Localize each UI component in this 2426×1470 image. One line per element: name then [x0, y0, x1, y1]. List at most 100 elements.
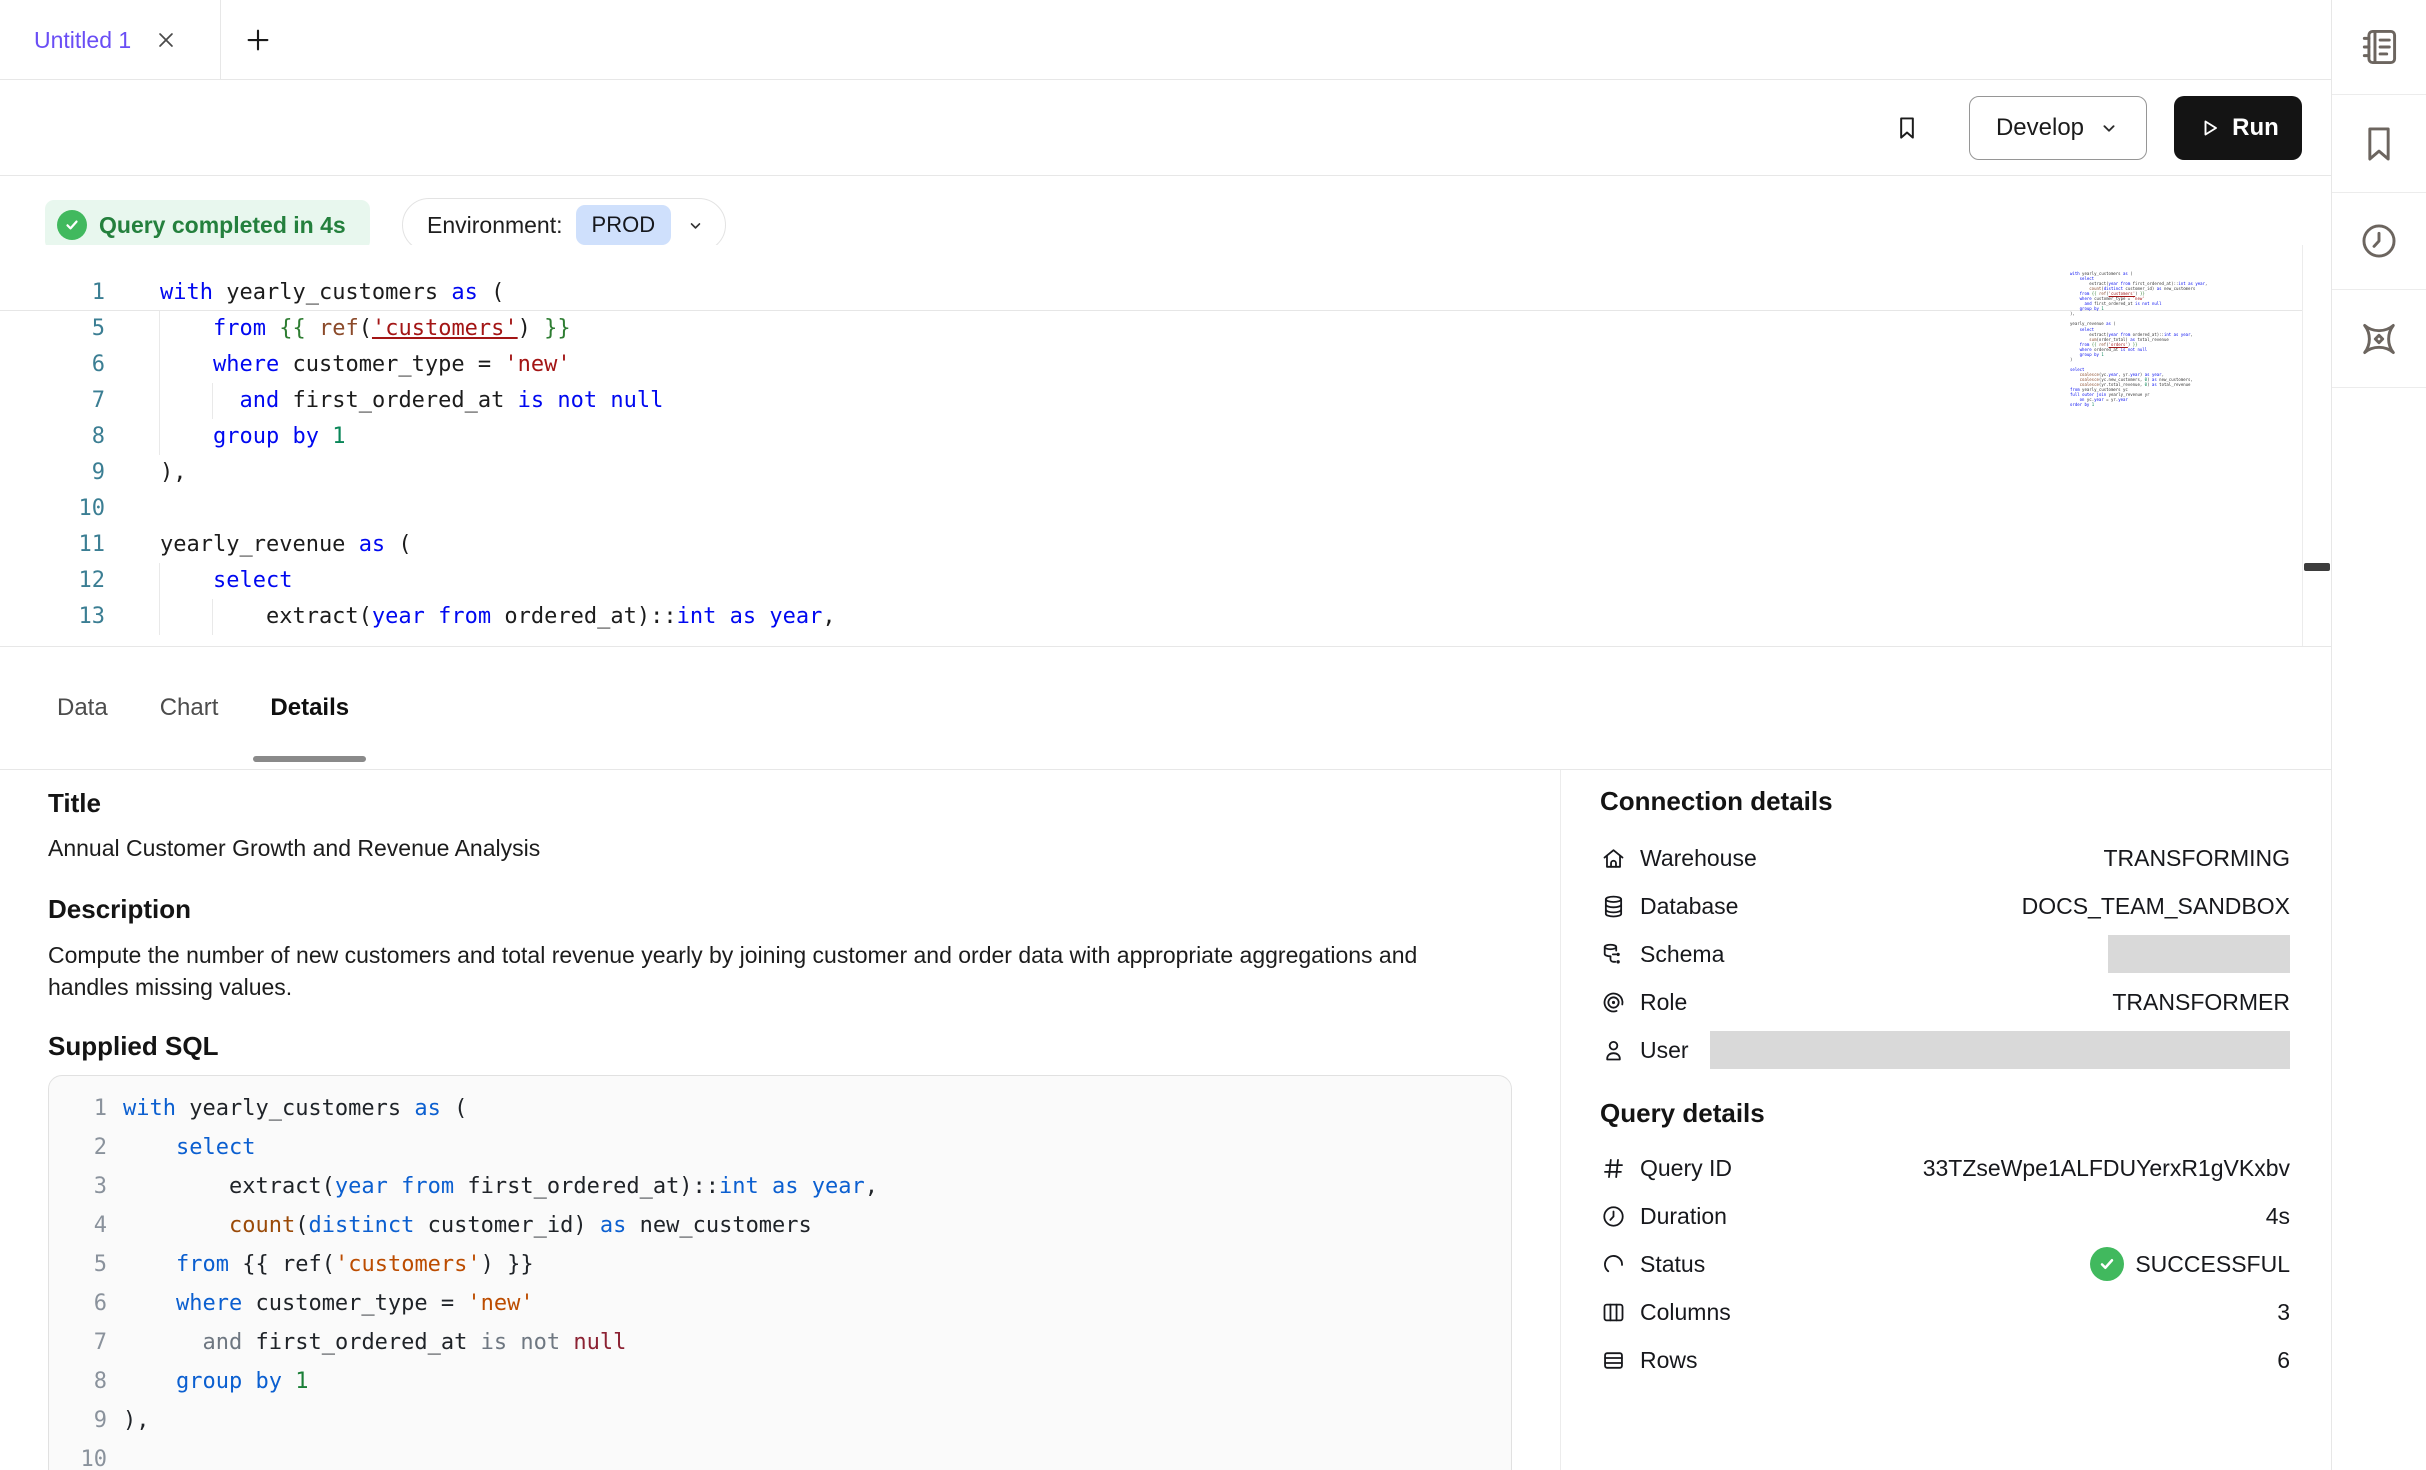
supplied-sql-line: 4 count(distinct customer_id) as new_cus… — [65, 1206, 1511, 1245]
detail-value: TRANSFORMER — [2112, 989, 2290, 1016]
detail-label: Schema — [1640, 941, 1724, 968]
detail-label: Query ID — [1640, 1155, 1732, 1182]
editor-line[interactable]: 12 select — [0, 563, 2302, 599]
line-number: 5 — [65, 1245, 107, 1284]
run-button[interactable]: Run — [2174, 96, 2302, 160]
detail-label: Status — [1640, 1251, 1705, 1278]
detail-label: Rows — [1640, 1347, 1698, 1374]
code-text: group by 1 — [160, 419, 345, 455]
title-value: Annual Customer Growth and Revenue Analy… — [48, 835, 540, 862]
tab-untitled-1[interactable]: Untitled 1 — [0, 0, 221, 80]
editor-minimap[interactable]: with yearly_customers as ( select extrac… — [2070, 271, 2270, 407]
line-number: 13 — [0, 599, 105, 635]
code-text: and first_ordered_at is not null — [160, 383, 663, 419]
code-text: from {{ ref('customers') }} — [123, 1245, 534, 1284]
bookmark-icon[interactable] — [1887, 106, 1927, 150]
rows-icon — [1600, 1347, 1627, 1374]
run-label: Run — [2232, 114, 2279, 142]
indent-guide — [159, 419, 160, 455]
supplied-sql-line: 8 group by 1 — [65, 1362, 1511, 1401]
query-details-heading: Query details — [1600, 1098, 1765, 1129]
line-number: 10 — [65, 1440, 107, 1470]
line-number: 8 — [65, 1362, 107, 1401]
supplied-sql-line: 5 from {{ ref('customers') }} — [65, 1245, 1511, 1284]
app-window: Untitled 1 Develop Run Query completed i… — [0, 0, 2426, 1470]
supplied-sql-line: 3 extract(year from first_ordered_at)::i… — [65, 1167, 1511, 1206]
database-icon — [1600, 893, 1627, 920]
editor-line[interactable]: 13 extract(year from ordered_at)::int as… — [0, 599, 2302, 635]
redacted-value — [1710, 1031, 2290, 1069]
code-text: where customer_type = 'new' — [123, 1284, 534, 1323]
new-tab-button[interactable] — [242, 24, 274, 56]
detail-row-columns: Columns3 — [1600, 1288, 2290, 1336]
indent-guide — [212, 599, 213, 635]
status-arc-icon — [1600, 1251, 1627, 1278]
editor-line[interactable]: 7 and first_ordered_at is not null — [0, 383, 2302, 419]
line-number: 2 — [65, 1128, 107, 1167]
code-text: group by 1 — [123, 1362, 308, 1401]
indent-guide — [159, 599, 160, 635]
code-text: count(distinct customer_id) as new_custo… — [123, 1206, 812, 1245]
editor-line[interactable]: 6 where customer_type = 'new' — [0, 347, 2302, 383]
editor-sticky-line[interactable]: 1with yearly_customers as ( — [0, 275, 2302, 311]
line-number: 6 — [0, 347, 105, 383]
editor-line[interactable]: 11yearly_revenue as ( — [0, 527, 2302, 563]
editor-line[interactable]: 10 — [0, 491, 2302, 527]
environment-selector[interactable]: Environment: PROD — [402, 198, 726, 252]
result-view-tabs: DataChartDetails — [0, 646, 2331, 770]
connection-details-heading: Connection details — [1600, 786, 1833, 817]
supplied-sql-line: 7 and first_ordered_at is not null — [65, 1323, 1511, 1362]
line-number: 3 — [65, 1167, 107, 1206]
code-text: and first_ordered_at is not null — [123, 1323, 626, 1362]
editor-line[interactable]: 5 from {{ ref('customers') }} — [0, 311, 2302, 347]
history-icon — [2357, 219, 2401, 263]
editor-scrollbar[interactable] — [2302, 245, 2331, 646]
user-icon — [1600, 1037, 1627, 1064]
sidebar-item-notebook[interactable] — [2332, 0, 2426, 95]
code-text: select — [160, 563, 292, 599]
sidebar-item-history[interactable] — [2332, 193, 2426, 290]
environment-value: PROD — [576, 205, 672, 245]
code-text: from {{ ref('customers') }} — [160, 311, 571, 347]
scrollbar-thumb[interactable] — [2304, 563, 2330, 571]
right-sidebar — [2331, 0, 2426, 1470]
query-toolbar: Develop Run — [0, 80, 2331, 176]
code-text: extract(year from first_ordered_at)::int… — [123, 1167, 878, 1206]
sql-editor[interactable]: 1with yearly_customers as (5 from {{ ref… — [0, 245, 2302, 646]
detail-row-role: RoleTRANSFORMER — [1600, 978, 2290, 1026]
indent-guide — [159, 347, 160, 383]
hash-icon — [1600, 1155, 1627, 1182]
editor-line[interactable]: 8 group by 1 — [0, 419, 2302, 455]
chevron-down-icon — [686, 216, 705, 235]
sidebar-item-copilot[interactable] — [2332, 290, 2426, 388]
query-status-badge: Query completed in 4s — [45, 200, 370, 250]
clock-icon — [1600, 1203, 1627, 1230]
tab-data[interactable]: Data — [40, 647, 125, 769]
close-tab-icon[interactable] — [151, 25, 181, 55]
detail-value: TRANSFORMING — [2103, 845, 2290, 872]
sidebar-item-bookmark[interactable] — [2332, 95, 2426, 193]
develop-dropdown[interactable]: Develop — [1969, 96, 2147, 160]
tab-chart[interactable]: Chart — [143, 647, 236, 769]
detail-value: 3 — [2277, 1299, 2290, 1326]
environment-label: Environment: — [427, 212, 563, 239]
supplied-sql-line: 9), — [65, 1401, 1511, 1440]
line-number: 5 — [0, 311, 105, 347]
bookmark-icon — [2357, 122, 2401, 166]
tab-details[interactable]: Details — [253, 647, 366, 769]
supplied-sql-block: 1with yearly_customers as (2 select3 ext… — [48, 1075, 1512, 1470]
check-circle-icon — [2090, 1247, 2124, 1281]
code-text: select — [123, 1128, 255, 1167]
detail-row-database: DatabaseDOCS_TEAM_SANDBOX — [1600, 882, 2290, 930]
detail-value: DOCS_TEAM_SANDBOX — [2022, 893, 2290, 920]
line-number: 8 — [0, 419, 105, 455]
detail-value: 4s — [2266, 1203, 2290, 1230]
code-text: ), — [123, 1401, 150, 1440]
detail-row-schema: Schema — [1600, 930, 2290, 978]
description-value: Compute the number of new customers and … — [48, 939, 1443, 1003]
code-text: where customer_type = 'new' — [160, 347, 571, 383]
editor-line[interactable]: 9), — [0, 455, 2302, 491]
supplied-sql-line: 2 select — [65, 1128, 1511, 1167]
line-number: 7 — [0, 383, 105, 419]
warehouse-icon — [1600, 845, 1627, 872]
